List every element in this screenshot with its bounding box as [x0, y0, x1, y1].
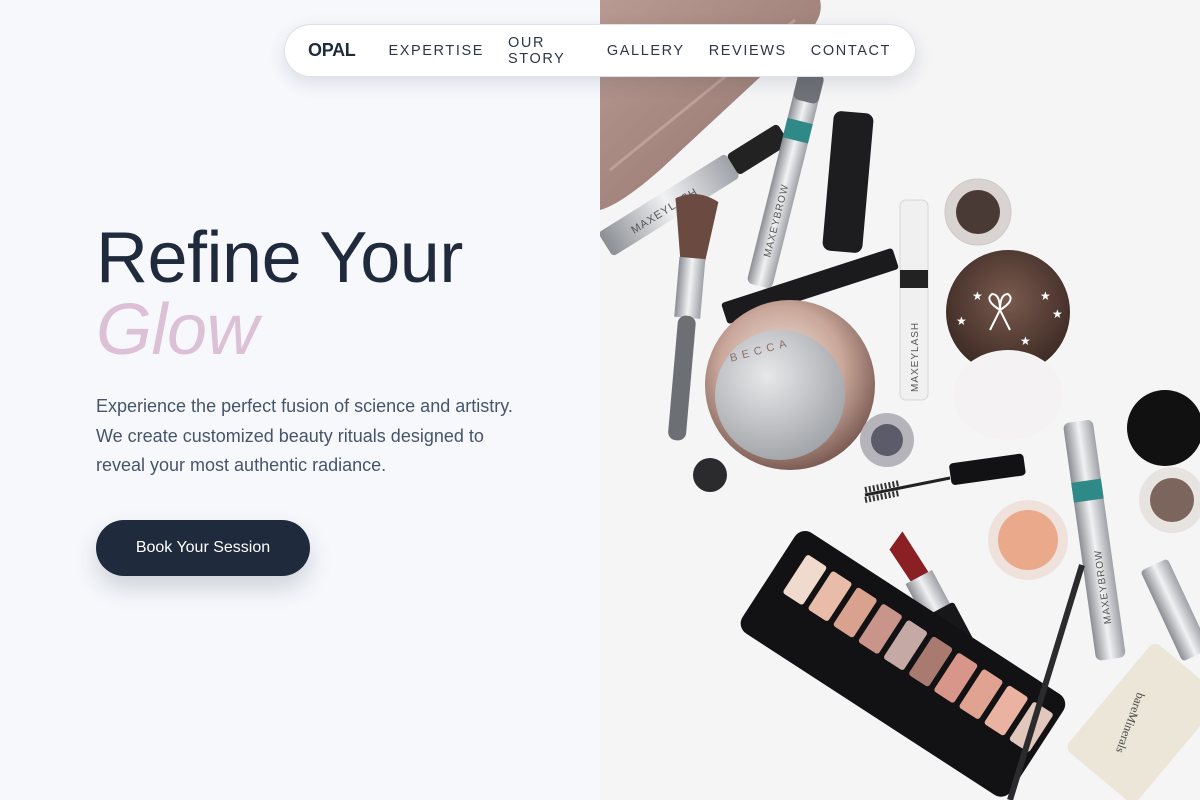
- nav-link-gallery[interactable]: GALLERY: [607, 43, 685, 59]
- nav-link-reviews[interactable]: REVIEWS: [709, 43, 787, 59]
- nav-link-our-story[interactable]: OUR STORY: [508, 35, 583, 67]
- makeup-flatlay-image: MAXEYLASH MAXEYBROW MAXEYLASH BECCA ★★ ★…: [600, 0, 1200, 800]
- svg-text:★: ★: [956, 314, 967, 328]
- hero-section: Refine Your Glow Experience the perfect …: [0, 0, 600, 800]
- top-navigation: OPAL EXPERTISE OUR STORY GALLERY REVIEWS…: [284, 24, 916, 77]
- nav-link-expertise[interactable]: EXPERTISE: [388, 43, 484, 59]
- book-session-button[interactable]: Book Your Session: [96, 520, 310, 576]
- svg-text:★: ★: [1040, 289, 1051, 303]
- svg-text:★: ★: [1052, 307, 1063, 321]
- brand-logo[interactable]: OPAL: [308, 40, 356, 61]
- svg-text:MAXEYLASH: MAXEYLASH: [910, 322, 921, 392]
- hero-title: Refine Your Glow: [96, 222, 463, 366]
- hero-description: Experience the perfect fusion of science…: [96, 396, 513, 475]
- hero-image: MAXEYLASH MAXEYBROW MAXEYLASH BECCA ★ ★ …: [600, 0, 1200, 800]
- svg-text:★: ★: [1020, 334, 1031, 348]
- hero-title-accent: Glow: [96, 290, 259, 370]
- hero-title-line1: Refine Your: [96, 218, 463, 298]
- svg-text:★: ★: [972, 289, 983, 303]
- nav-link-contact[interactable]: CONTACT: [811, 43, 891, 59]
